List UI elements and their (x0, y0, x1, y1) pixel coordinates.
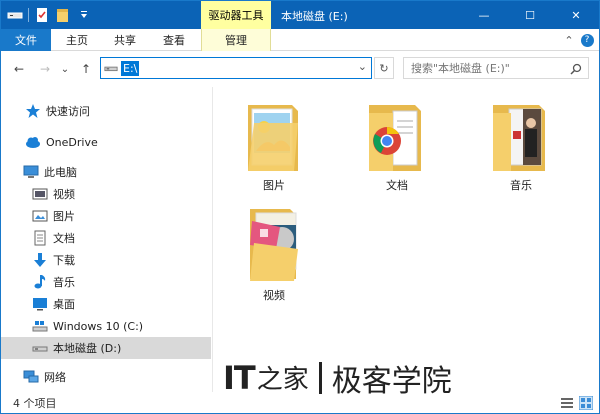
music-folder-icon (493, 105, 545, 171)
watermark-it: IT (223, 358, 256, 397)
nav-desktop[interactable]: 桌面 (1, 293, 211, 315)
documents-icon (34, 230, 46, 246)
forward-button[interactable]: → (37, 61, 53, 77)
refresh-button[interactable]: ↻ (374, 57, 394, 79)
properties-icon[interactable] (34, 7, 50, 23)
nav-pictures[interactable]: 图片 (1, 205, 211, 227)
nav-label: 网络 (44, 371, 66, 384)
minimize-button[interactable]: — (461, 1, 507, 29)
details-view-icon[interactable] (561, 397, 573, 409)
nav-downloads[interactable]: 下载 (1, 249, 211, 271)
large-icons-view-icon[interactable] (579, 396, 593, 410)
computer-icon (23, 165, 39, 178)
search-box[interactable] (403, 57, 589, 79)
music-note-icon (34, 275, 46, 289)
download-arrow-icon (34, 253, 46, 267)
refresh-icon: ↻ (379, 61, 389, 75)
help-icon: ? (580, 33, 594, 47)
window-title: 本地磁盘 (E:) (281, 10, 348, 23)
navigation-pane: 快速访问 OneDrive 此电脑 视频 图片 文档 下载 音乐 桌面 Wind… (1, 87, 213, 392)
folder-item-videos[interactable]: 视频 (234, 207, 314, 303)
address-dropdown-icon[interactable]: ⌄ (358, 60, 367, 73)
tab-view[interactable]: 查看 (149, 29, 199, 51)
nav-this-pc[interactable]: 此电脑 (1, 161, 211, 183)
nav-documents[interactable]: 文档 (1, 227, 211, 249)
maximize-icon: ☐ (525, 8, 535, 22)
folder-label: 图片 (263, 179, 285, 192)
watermark-logo-char: 之家 (256, 365, 309, 395)
nav-label: OneDrive (46, 135, 98, 149)
item-count: 4 个项目 (13, 397, 57, 410)
video-icon (32, 188, 48, 200)
drive-icon (32, 346, 48, 352)
nav-onedrive[interactable]: OneDrive (1, 131, 211, 153)
tab-file[interactable]: 文件 (1, 29, 51, 51)
videos-folder-icon (250, 209, 298, 281)
nav-label: 下载 (53, 254, 75, 267)
toolbar-separator (28, 8, 29, 22)
status-bar: 4 个项目 (1, 393, 599, 413)
nav-drive-d[interactable]: 本地磁盘 (D:) (1, 337, 211, 359)
nav-label: 文档 (53, 232, 75, 245)
maximize-button[interactable]: ☐ (507, 1, 553, 29)
collapse-ribbon-button[interactable]: ⌃ (561, 29, 577, 51)
folder-item-documents[interactable]: 文档 (357, 101, 437, 193)
back-button[interactable]: ← (11, 61, 27, 77)
nav-label: 视频 (53, 188, 75, 201)
nav-network[interactable]: 网络 (1, 366, 211, 388)
customize-toolbar-icon[interactable] (76, 7, 92, 23)
up-button[interactable]: ↑ (78, 61, 94, 77)
pictures-icon (32, 210, 48, 222)
search-icon[interactable] (570, 63, 582, 75)
nav-music[interactable]: 音乐 (1, 271, 211, 293)
network-icon (23, 370, 39, 383)
windows-drive-icon (32, 321, 48, 332)
nav-quick-access[interactable]: 快速访问 (1, 100, 211, 122)
nav-label: Windows 10 (C:) (53, 319, 144, 333)
tab-share[interactable]: 共享 (101, 29, 149, 51)
explorer-window: 驱动器工具 本地磁盘 (E:) — ☐ ✕ 文件 主页 共享 查看 管理 ⌃ ?… (0, 0, 600, 414)
recent-locations-button[interactable]: ⌄ (59, 61, 71, 77)
search-input[interactable] (411, 61, 571, 75)
onedrive-cloud-icon (26, 137, 40, 148)
help-button[interactable]: ? (579, 29, 595, 51)
ribbon-tabs: 文件 主页 共享 查看 管理 ⌃ ? (1, 29, 599, 51)
nav-label: 图片 (53, 210, 75, 223)
close-button[interactable]: ✕ (553, 1, 599, 29)
close-icon: ✕ (571, 8, 581, 22)
watermark-divider (318, 361, 322, 394)
address-bar[interactable]: E:\ ⌄ (100, 57, 372, 79)
folder-item-music[interactable]: 音乐 (481, 101, 561, 193)
folder-item-pictures[interactable]: 图片 (234, 101, 314, 193)
folder-label: 音乐 (510, 179, 532, 192)
file-list: 图片 文档 音乐 视频 (214, 87, 599, 392)
context-tab-drive-tools: 驱动器工具 (201, 1, 271, 29)
tab-manage[interactable]: 管理 (201, 29, 271, 51)
tab-home[interactable]: 主页 (53, 29, 101, 51)
navigation-bar: ← → ⌄ ↑ E:\ ⌄ ↻ (1, 52, 599, 86)
documents-folder-icon (369, 105, 421, 171)
new-folder-icon[interactable] (55, 7, 71, 23)
title-bar: 驱动器工具 本地磁盘 (E:) — ☐ ✕ (1, 1, 599, 29)
context-tab-label: 驱动器工具 (208, 9, 264, 22)
folder-label: 视频 (263, 289, 285, 302)
nav-drive-c[interactable]: Windows 10 (C:) (1, 315, 211, 337)
nav-videos[interactable]: 视频 (1, 183, 211, 205)
minimize-icon: — (478, 8, 490, 22)
nav-label: 此电脑 (44, 166, 77, 179)
quick-access-toolbar (7, 6, 92, 24)
star-icon (26, 104, 40, 118)
pictures-folder-icon (248, 105, 298, 171)
nav-label: 桌面 (53, 298, 75, 311)
address-path: E:\ (121, 60, 140, 76)
nav-label: 本地磁盘 (D:) (53, 342, 122, 355)
nav-label: 快速访问 (46, 105, 90, 118)
desktop-icon (33, 298, 47, 311)
folder-label: 文档 (386, 179, 408, 192)
nav-label: 音乐 (53, 276, 75, 289)
drive-icon (104, 66, 118, 72)
drive-icon[interactable] (7, 7, 23, 23)
